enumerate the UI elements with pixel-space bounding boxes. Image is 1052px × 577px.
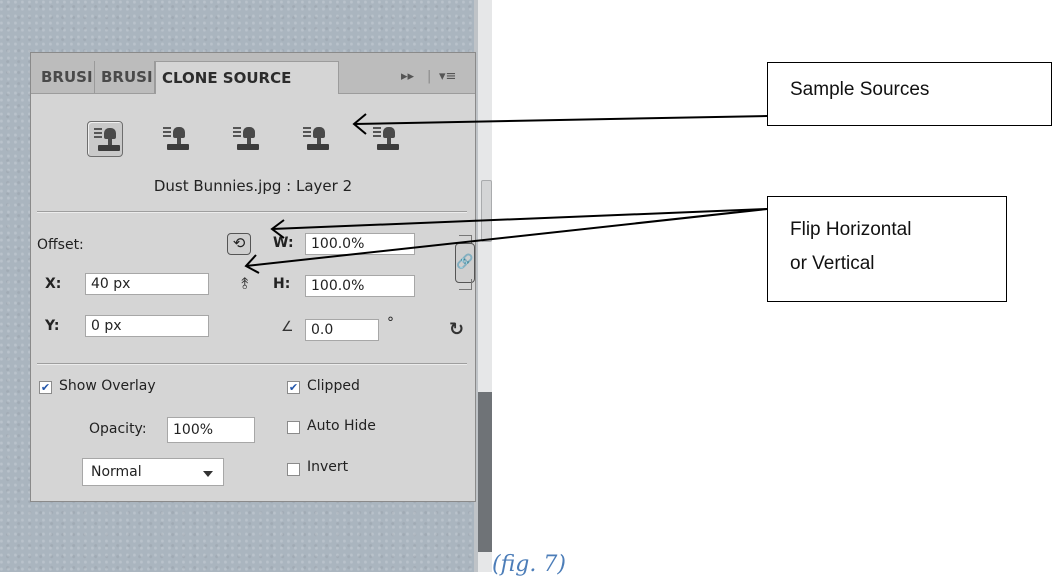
callout-arrows <box>244 113 768 274</box>
arrow-flip-horizontal <box>271 208 768 230</box>
arrow-sample-sources <box>353 115 768 125</box>
figure-caption: (fig. 7) <box>492 552 566 577</box>
arrow-flip-vertical <box>245 208 768 267</box>
